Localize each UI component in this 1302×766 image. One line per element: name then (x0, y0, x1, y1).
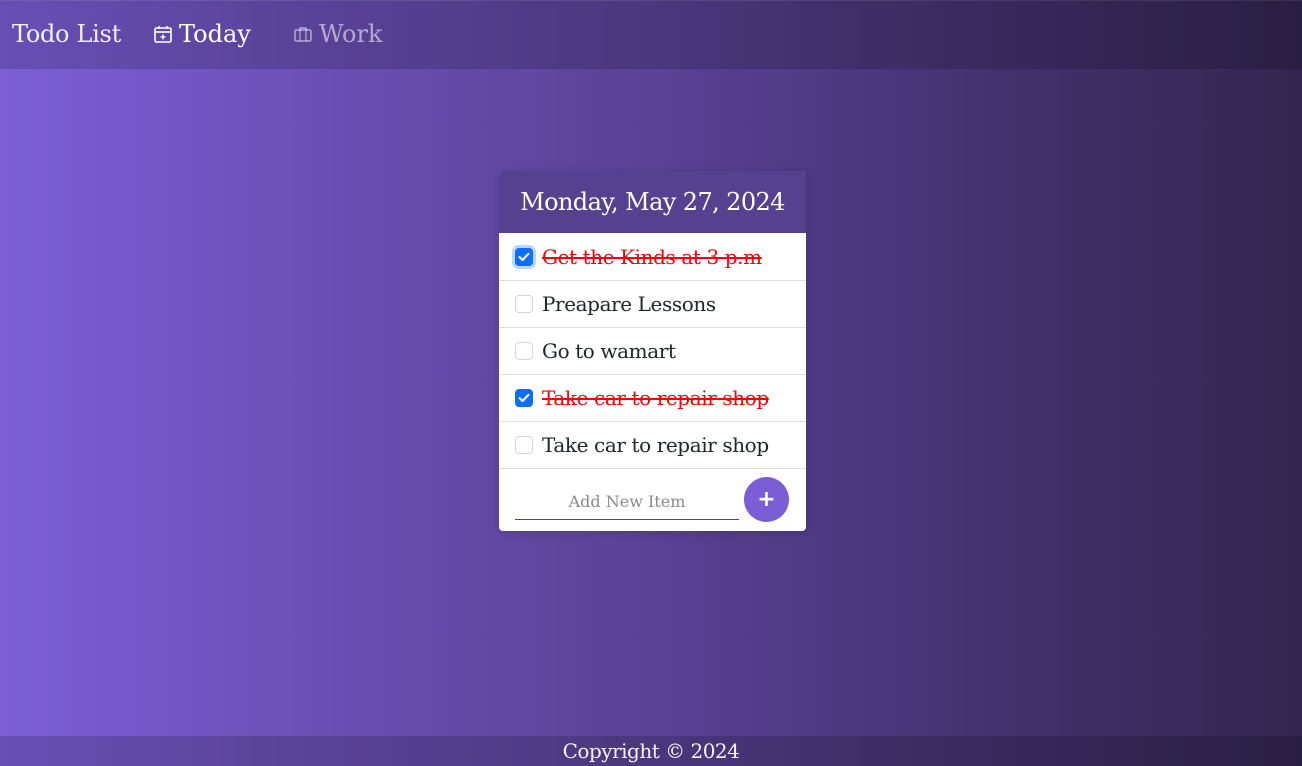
calendar-plus-icon (154, 26, 172, 43)
todo-text: Go to wamart (542, 339, 676, 363)
todo-checkbox[interactable] (515, 295, 533, 313)
navbar: Todo List Today Work (0, 0, 1302, 69)
briefcase-icon (294, 27, 312, 42)
add-item-button[interactable]: + (744, 477, 789, 522)
brand-title[interactable]: Todo List (12, 20, 121, 48)
date-title: Monday, May 27, 2024 (520, 188, 785, 216)
todo-list: Get the Kinds at 3 p.m Preapare Lessons … (499, 233, 806, 468)
card-header: Monday, May 27, 2024 (499, 171, 806, 233)
checkmark-icon (518, 252, 530, 261)
todo-item: Preapare Lessons (499, 280, 806, 327)
add-item-row: + (499, 468, 806, 530)
new-item-input[interactable] (515, 483, 739, 520)
todo-checkbox[interactable] (515, 342, 533, 360)
nav-work[interactable]: Work (293, 20, 383, 48)
todo-text: Get the Kinds at 3 p.m (542, 244, 762, 269)
todo-item: Take car to repair shop (499, 374, 806, 421)
footer: Copyright © 2024 (0, 736, 1302, 766)
todo-item: Get the Kinds at 3 p.m (499, 233, 806, 280)
checkmark-icon (518, 393, 530, 402)
todo-item: Go to wamart (499, 327, 806, 374)
todo-text: Preapare Lessons (542, 292, 716, 316)
nav-work-label: Work (319, 20, 383, 48)
copyright-text: Copyright © 2024 (562, 739, 740, 763)
todo-text: Take car to repair shop (542, 386, 769, 410)
todo-checkbox[interactable] (515, 389, 533, 407)
todo-item: Take car to repair shop (499, 421, 806, 468)
todo-checkbox[interactable] (515, 436, 533, 454)
todo-checkbox[interactable] (515, 247, 533, 266)
plus-icon: + (757, 487, 776, 512)
nav-today-label: Today (179, 20, 251, 48)
todo-card: Monday, May 27, 2024 Get the Kinds at 3 … (499, 171, 806, 531)
todo-text: Take car to repair shop (542, 433, 769, 457)
nav-today[interactable]: Today (153, 20, 251, 48)
